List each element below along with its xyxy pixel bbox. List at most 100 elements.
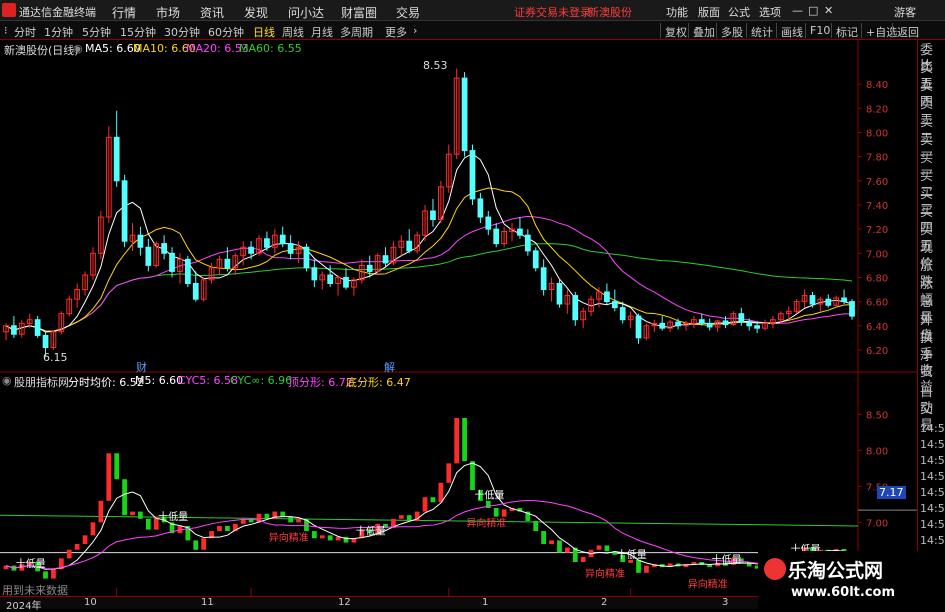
main-y-tick-label: 8.20 xyxy=(866,104,888,115)
event-marker-cai[interactable]: 财 xyxy=(136,359,147,375)
main-y-tick-label: 7.80 xyxy=(866,153,888,164)
sub-y-tick-label: 8.00 xyxy=(866,446,888,457)
indicator-circle-icon[interactable]: ◉ xyxy=(2,374,12,387)
menu-zixun[interactable]: 资讯 xyxy=(200,4,224,21)
candle-body xyxy=(849,301,855,317)
menu-hangqing[interactable]: 行情 xyxy=(112,4,136,21)
low-volume-label: 十低量 xyxy=(158,510,188,523)
back-button[interactable]: 返回 xyxy=(892,23,923,39)
chevron-right-icon[interactable]: › xyxy=(413,24,417,37)
main-y-tick-label: 7.60 xyxy=(866,177,888,188)
tab-monthly[interactable]: 月线 xyxy=(311,24,333,40)
candle-body xyxy=(611,301,618,309)
indicator-bar xyxy=(604,545,610,552)
menu-xuanxiang[interactable]: 选项 xyxy=(759,4,781,20)
candle-body xyxy=(264,238,270,248)
indicator-title: 股朋指标网 xyxy=(14,376,69,389)
tab-5min[interactable]: 5分钟 xyxy=(82,24,111,40)
menu-jiaoyi[interactable]: 交易 xyxy=(396,4,420,21)
menu-wenxiaoda[interactable]: 问小达 xyxy=(288,4,324,21)
menu-shichang[interactable]: 市场 xyxy=(156,4,180,21)
tab-60min[interactable]: 60分钟 xyxy=(208,24,244,40)
candle-body xyxy=(406,240,413,252)
title-bar: 通达信金融终端 行情 市场 资讯 发现 问小达 财富圈 交易 证券交易未登录 新… xyxy=(0,0,945,21)
diejia-button[interactable]: 叠加 xyxy=(688,23,719,39)
duogu-button[interactable]: 多股 xyxy=(716,23,747,39)
tab-multi-period[interactable]: 多周期 xyxy=(340,24,373,40)
kline-chart[interactable]: 6.20 6.40 6.60 6.80 7.00 7.20 7.40 7.60 7.80 8.00… xyxy=(0,40,917,596)
candle-body xyxy=(303,246,310,269)
candle-body xyxy=(485,216,492,230)
candle-body xyxy=(192,282,199,300)
indicator-bar xyxy=(596,545,602,550)
maximize-icon[interactable]: □ xyxy=(808,4,818,17)
avg-price-legend: 分时均价: 6.52 xyxy=(68,376,144,389)
event-marker-jie[interactable]: 解 xyxy=(384,359,395,375)
indicator-bar xyxy=(406,515,412,521)
candle-body xyxy=(825,298,832,306)
close-icon[interactable]: ✕ xyxy=(824,4,833,17)
candle-body xyxy=(524,234,531,252)
indicator-bar xyxy=(636,559,641,573)
tongji-button[interactable]: 统计 xyxy=(746,23,777,39)
ma60-legend: MA60: 6.55 xyxy=(239,42,302,55)
candle-body xyxy=(430,210,436,220)
tab-more[interactable]: 更多 xyxy=(385,24,407,40)
candle-body xyxy=(113,136,120,182)
candle-body xyxy=(11,325,17,335)
huaxian-button[interactable]: 画线 xyxy=(776,23,807,39)
guest-user[interactable]: 游客 xyxy=(894,4,916,20)
biaoji-button[interactable]: 标记 xyxy=(831,23,862,39)
indicator-bar xyxy=(280,511,286,517)
cyc5-legend: CYC5: 6.58 xyxy=(178,374,238,387)
sub-y-tick-label: 8.50 xyxy=(866,410,888,421)
tab-30min[interactable]: 30分钟 xyxy=(164,24,200,40)
indicator-bar xyxy=(319,535,325,539)
current-level-label: 7.17 xyxy=(877,486,906,499)
indicator-bar xyxy=(114,453,120,480)
tab-1min[interactable]: 1分钟 xyxy=(44,24,73,40)
menu-gongneng[interactable]: 功能 xyxy=(666,4,688,20)
candle-body xyxy=(382,255,389,264)
low-volume-label: 十低量 xyxy=(356,524,386,537)
candle-body xyxy=(675,321,681,327)
menu-faxian[interactable]: 发现 xyxy=(244,4,268,21)
main-y-tick-label: 6.20 xyxy=(866,346,888,357)
menu-banmian[interactable]: 版面 xyxy=(698,4,720,20)
signal-label: 异向精准 xyxy=(688,578,728,591)
stock-name-alert[interactable]: 新澳股份 xyxy=(588,4,632,20)
fuquan-button[interactable]: 复权 xyxy=(660,23,691,39)
tab-fenshi[interactable]: 分时 xyxy=(14,24,36,40)
app-title: 通达信金融终端 xyxy=(19,6,96,19)
tab-15min[interactable]: 15分钟 xyxy=(120,24,156,40)
indicator-bar xyxy=(462,418,467,462)
indicator-bar xyxy=(422,497,428,512)
candle-body xyxy=(604,291,610,303)
indicator-bar xyxy=(446,463,452,483)
main-y-tick-label: 6.60 xyxy=(866,298,888,309)
menu-gongshi[interactable]: 公式 xyxy=(728,4,750,20)
indicator-bar xyxy=(217,526,222,532)
menu-caifuquan[interactable]: 财富圈 xyxy=(341,4,377,21)
candle-body xyxy=(343,276,349,288)
indicator-bar xyxy=(580,556,586,562)
login-status[interactable]: 证券交易未登录 xyxy=(514,4,591,20)
main-y-tick-label: 8.00 xyxy=(866,128,888,139)
trade-time-4: 14:56 xyxy=(920,470,945,483)
main-y-tick-label: 7.00 xyxy=(866,249,888,260)
trade-time-8: 14:56 xyxy=(920,534,945,547)
settings-circle-icon[interactable]: ◉ xyxy=(73,42,83,55)
indicator-bar xyxy=(264,513,270,519)
signal-label: 异向精准 xyxy=(466,516,506,529)
main-y-tick-label: 7.40 xyxy=(866,201,888,212)
main-y-axis: 6.20 6.40 6.60 6.80 7.00 7.20 7.40 7.60 7.80 8.00… xyxy=(858,80,888,357)
indicator-bar xyxy=(430,497,436,503)
m5-legend: M5: 6.60 xyxy=(135,374,184,387)
f10-button[interactable]: F10 xyxy=(805,23,834,38)
tab-daily[interactable]: 日线 xyxy=(253,24,275,40)
indicator-bar xyxy=(98,500,104,523)
candle-body xyxy=(809,295,816,305)
candle-body xyxy=(279,234,286,245)
minimize-icon[interactable]: — xyxy=(792,4,803,17)
tab-weekly[interactable]: 周线 xyxy=(282,24,304,40)
